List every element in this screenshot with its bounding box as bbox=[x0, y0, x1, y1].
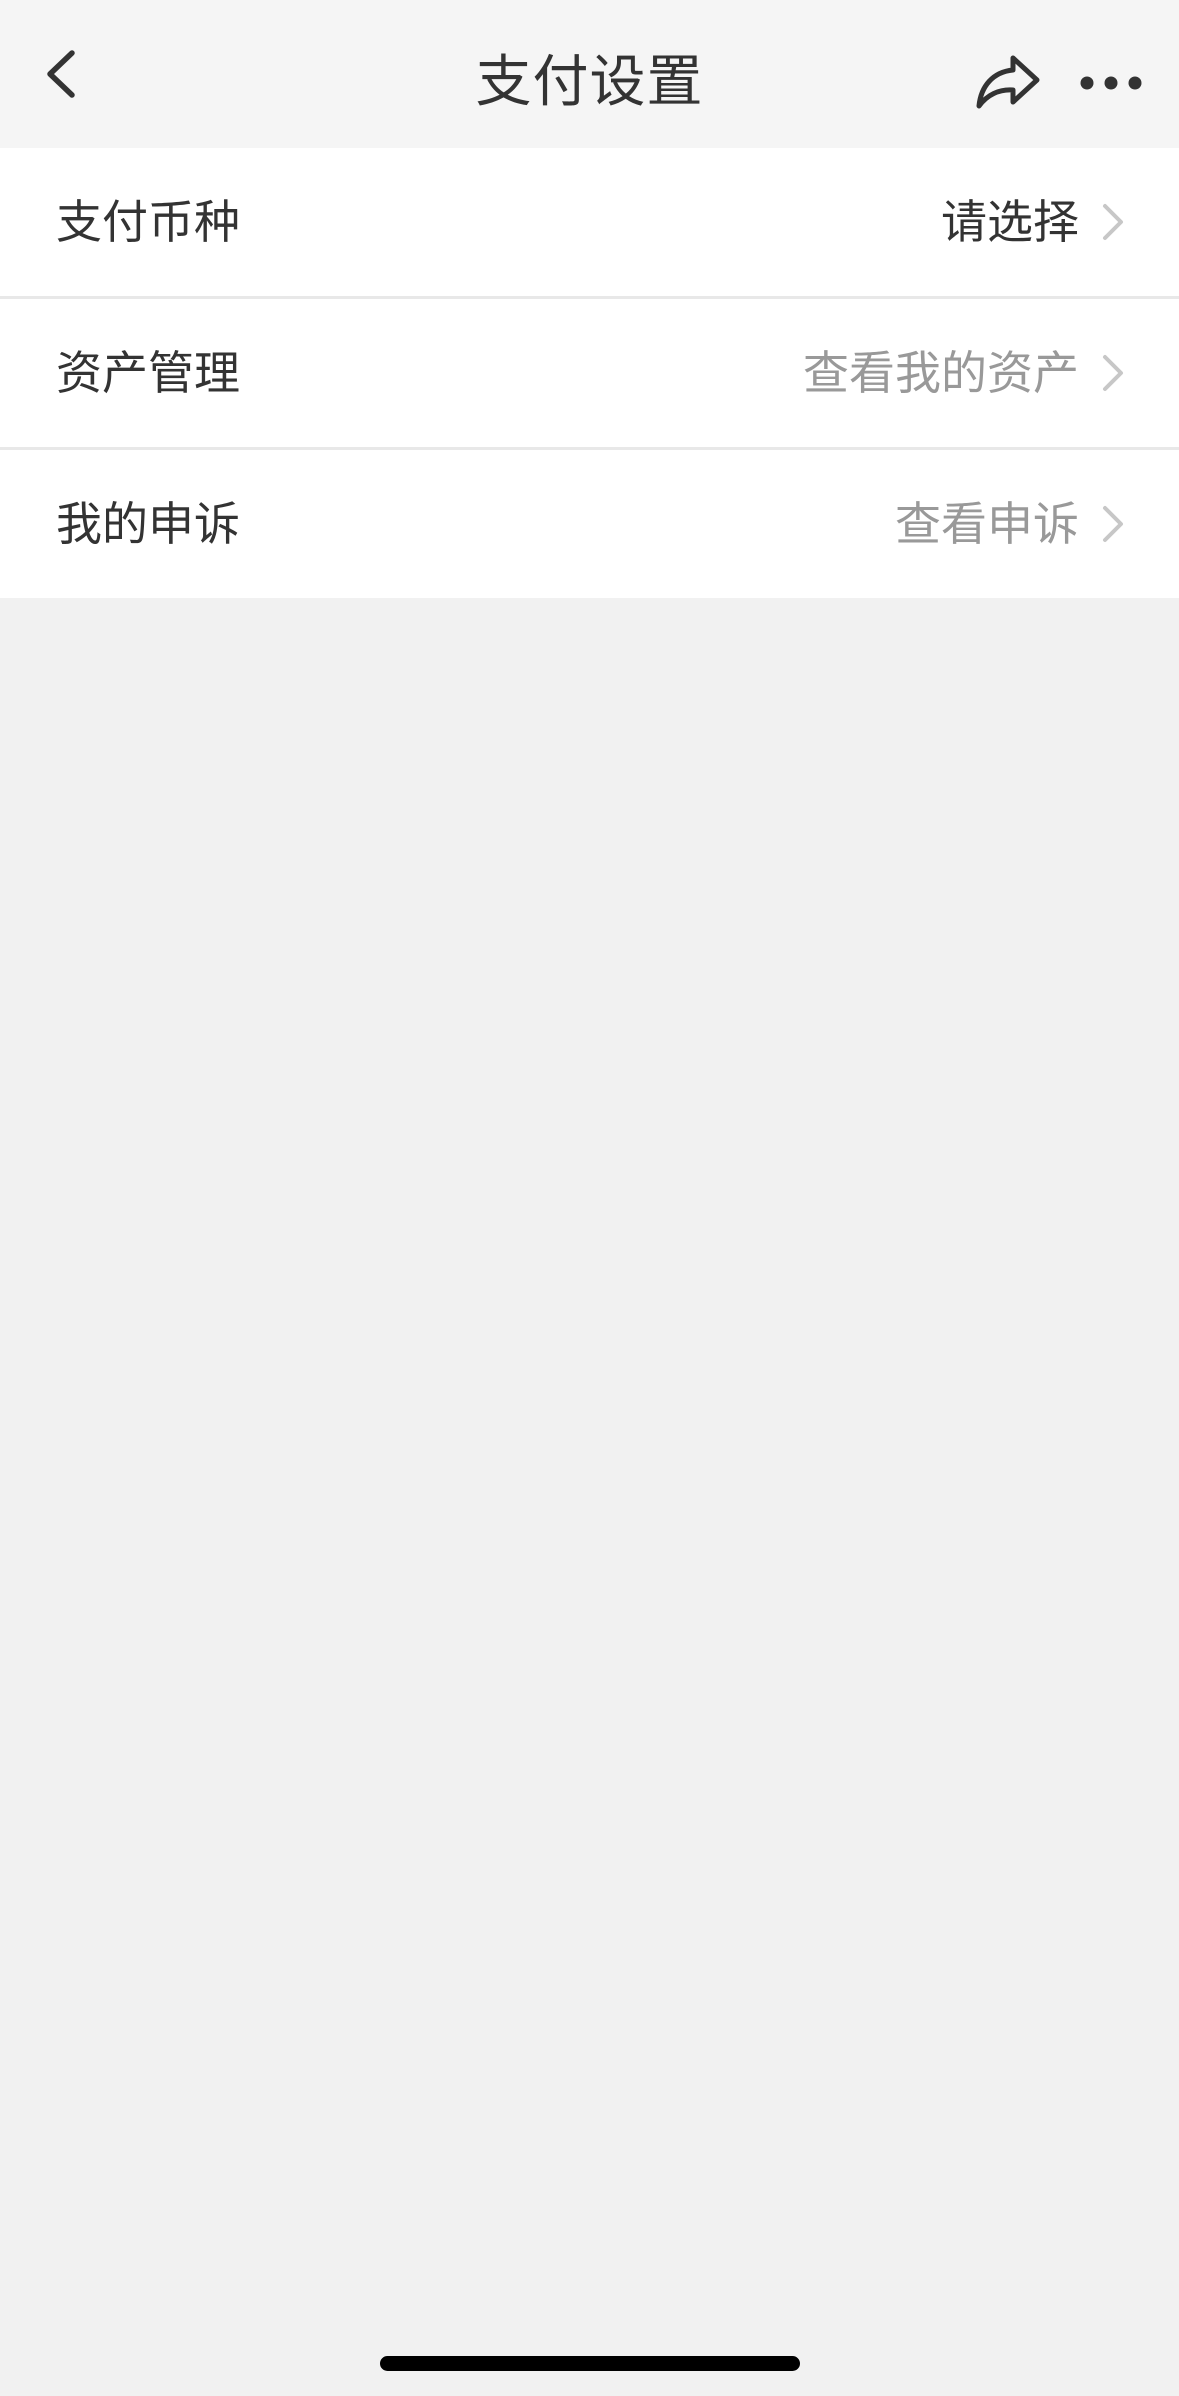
settings-list: 支付币种 请选择 资产管理 查看我的资产 我的申诉 查看申诉 bbox=[0, 148, 1179, 598]
row-label: 我的申诉 bbox=[56, 497, 240, 551]
navigation-bar: 支付设置 bbox=[0, 0, 1179, 148]
back-chevron-icon bbox=[47, 50, 75, 98]
settings-row-payment-currency[interactable]: 支付币种 请选择 bbox=[0, 148, 1179, 299]
more-button[interactable] bbox=[1076, 58, 1146, 108]
share-button[interactable] bbox=[970, 46, 1046, 116]
row-label: 支付币种 bbox=[56, 195, 240, 249]
share-icon bbox=[976, 55, 1040, 109]
more-dots-icon bbox=[1080, 76, 1142, 90]
row-value: 查看申诉 bbox=[895, 497, 1079, 551]
chevron-right-icon bbox=[1103, 204, 1123, 240]
settings-row-asset-management[interactable]: 资产管理 查看我的资产 bbox=[0, 299, 1179, 450]
row-value: 请选择 bbox=[941, 195, 1079, 249]
row-value: 查看我的资产 bbox=[803, 346, 1079, 400]
row-label: 资产管理 bbox=[56, 346, 240, 400]
home-indicator[interactable] bbox=[380, 2356, 800, 2371]
chevron-right-icon bbox=[1103, 355, 1123, 391]
chevron-right-icon bbox=[1103, 506, 1123, 542]
settings-row-my-appeals[interactable]: 我的申诉 查看申诉 bbox=[0, 450, 1179, 598]
back-button[interactable] bbox=[30, 44, 90, 104]
